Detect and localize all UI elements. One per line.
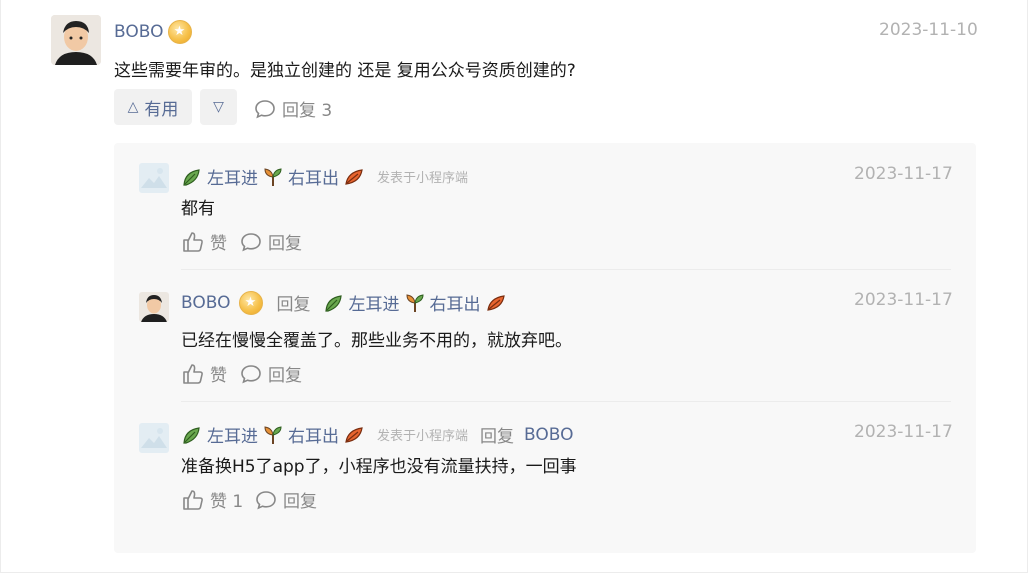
like-label: 赞 1 (210, 492, 244, 512)
orange-leaf-icon (486, 294, 505, 311)
useful-label: 有用 (144, 99, 179, 120)
reply-action-button[interactable]: 回复 (240, 229, 302, 254)
comment-author-row: BOBO ★ (114, 20, 192, 44)
reply-target[interactable]: BOBO (524, 425, 574, 445)
reply-author-row: 左耳进 右耳出 发表于小程序端 回复 BOBO (181, 422, 574, 447)
reply-word: 回复 (276, 295, 311, 315)
comment-author-name[interactable]: BOBO (114, 22, 164, 42)
reply-date: 2023-11-17 (854, 164, 953, 184)
reply-author-pre[interactable]: 左耳进 (207, 164, 258, 189)
reply-button[interactable]: 回复 3 (254, 96, 332, 121)
reply-source: 发表于小程序端 (377, 171, 469, 186)
like-label: 赞 (210, 234, 227, 254)
reply-author-post[interactable]: 右耳出 (288, 164, 339, 189)
comment-bubble-icon (255, 99, 275, 118)
triangle-down-icon: ▽ (213, 99, 224, 115)
reply-divider (181, 269, 951, 270)
reply-label: 回复 (283, 492, 317, 512)
like-button[interactable]: 赞 (182, 361, 227, 386)
green-leaf-icon (183, 168, 200, 186)
reply-author-row: BOBO ★ 回复 左耳进 右耳出 (181, 290, 507, 315)
reply-avatar[interactable] (139, 292, 169, 322)
star-badge-icon: ★ (167, 20, 192, 44)
avatar[interactable] (51, 15, 101, 65)
useful-button[interactable]: △ 有用 (114, 89, 192, 125)
reply-author-pre[interactable]: 左耳进 (207, 422, 258, 447)
reply-label: 回复 (268, 234, 302, 254)
like-button[interactable]: 赞 (182, 229, 227, 254)
like-button[interactable]: 赞 1 (182, 487, 243, 512)
sprout-icon (264, 425, 282, 444)
reply-author-post[interactable]: 右耳出 (288, 422, 339, 447)
reply-target-post[interactable]: 右耳出 (430, 290, 481, 315)
like-label: 赞 (210, 366, 227, 386)
reply-source: 发表于小程序端 (377, 429, 469, 444)
sprout-icon (264, 167, 282, 186)
orange-leaf-icon (345, 426, 363, 443)
comment-date: 2023-11-10 (879, 20, 978, 40)
thumb-up-icon (183, 489, 203, 510)
reply-avatar[interactable] (139, 423, 169, 453)
green-leaf-icon (324, 294, 342, 312)
reply-label: 回复 (268, 366, 302, 386)
orange-leaf-icon (345, 168, 363, 185)
reply-text: 都有 (181, 199, 215, 219)
reply-author-row: 左耳进 右耳出 发表于小程序端 (181, 164, 468, 189)
reply-date: 2023-11-17 (854, 290, 953, 310)
reply-text: 准备换H5了app了，小程序也没有流量扶持，一回事 (181, 457, 577, 477)
sprout-icon (405, 293, 424, 312)
not-useful-button[interactable]: ▽ (200, 89, 237, 125)
reply-count-label: 回复 3 (282, 101, 333, 121)
comment-bubble-icon (241, 364, 261, 383)
reply-avatar[interactable] (139, 163, 169, 193)
reply-action-button[interactable]: 回复 (240, 361, 302, 386)
reply-author-name[interactable]: BOBO (181, 293, 231, 313)
triangle-up-icon: △ (127, 99, 139, 115)
reply-divider (181, 401, 951, 402)
star-badge-icon: ★ (238, 290, 263, 315)
comment-bubble-icon (256, 490, 276, 509)
reply-word: 回复 (480, 427, 515, 447)
reply-date: 2023-11-17 (854, 422, 953, 442)
reply-action-button[interactable]: 回复 (255, 487, 317, 512)
thumb-up-icon (183, 363, 203, 384)
comment-text: 这些需要年审的。是独立创建的 还是 复用公众号资质创建的? (114, 61, 576, 81)
reply-target-pre[interactable]: 左耳进 (349, 290, 400, 315)
thumb-up-icon (183, 231, 203, 252)
reply-text: 已经在慢慢全覆盖了。那些业务不用的，就放弃吧。 (181, 331, 572, 351)
comment-bubble-icon (241, 232, 261, 251)
green-leaf-icon (183, 426, 200, 444)
